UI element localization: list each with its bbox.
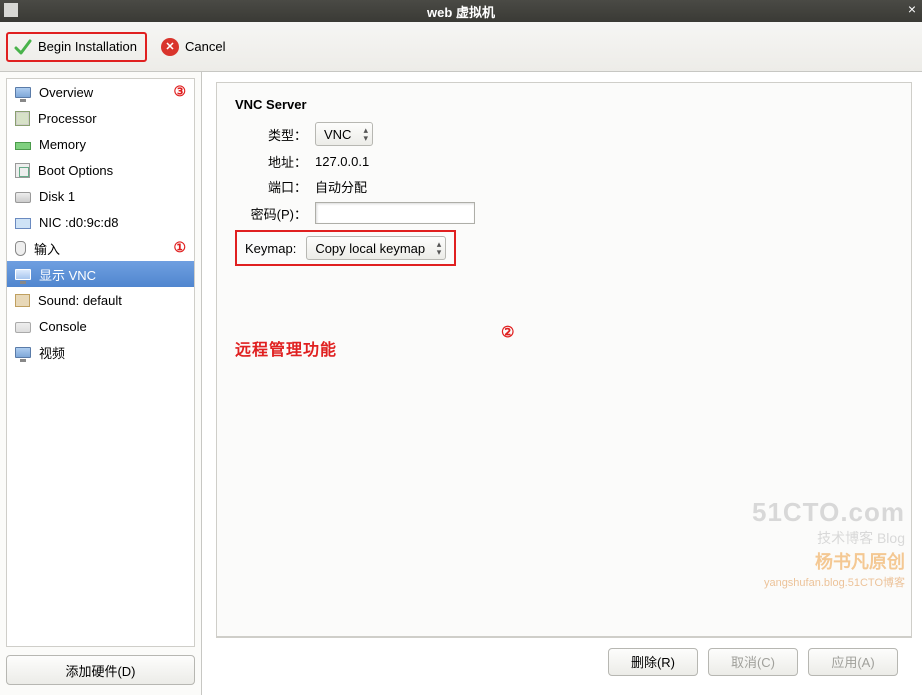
- password-label: 密码(P)：: [235, 204, 307, 223]
- keymap-select[interactable]: Copy local keymap ▴▾: [306, 236, 446, 260]
- keymap-group: Keymap: Copy local keymap ▴▾: [235, 230, 456, 266]
- row-keymap: Keymap: Copy local keymap ▴▾: [235, 230, 893, 266]
- cancel-button[interactable]: ✕ Cancel: [155, 34, 233, 60]
- sidebar-item-label: 视频: [39, 343, 65, 362]
- sidebar-item-label: Memory: [39, 137, 86, 152]
- nic-icon: [15, 218, 31, 229]
- sidebar-item-label: Processor: [38, 111, 97, 126]
- add-hardware-button[interactable]: 添加硬件(D): [6, 655, 195, 685]
- watermark: 51CTO.com 技术博客 Blog 杨书凡原创 yangshufan.blo…: [752, 497, 905, 590]
- begin-installation-button[interactable]: Begin Installation: [6, 32, 147, 62]
- system-menu-icon[interactable]: [4, 3, 18, 17]
- monitor-icon: [15, 347, 31, 358]
- add-hardware-label: 添加硬件(D): [65, 664, 135, 679]
- keymap-label: Keymap:: [245, 241, 296, 256]
- sidebar-item-display-vnc[interactable]: 显示 VNC: [7, 261, 194, 287]
- type-select[interactable]: VNC ▴▾: [315, 122, 373, 146]
- begin-installation-label: Begin Installation: [38, 39, 137, 54]
- sidebar-list: Overview ③ Processor Memory Boot Options…: [6, 78, 195, 647]
- sidebar-item-video[interactable]: 视频: [7, 339, 194, 365]
- section-title: VNC Server: [235, 97, 893, 112]
- cancel-label: Cancel: [185, 39, 225, 54]
- sidebar-item-label: 显示 VNC: [39, 265, 96, 284]
- toolbar: Begin Installation ✕ Cancel: [0, 22, 922, 72]
- titlebar: web 虚拟机 ×: [0, 0, 922, 22]
- remove-label: 删除(R): [631, 655, 675, 670]
- footer: 删除(R) 取消(C) 应用(A): [216, 637, 912, 685]
- password-input[interactable]: [315, 202, 475, 224]
- row-password: 密码(P)：: [235, 202, 893, 224]
- sidebar-item-nic[interactable]: NIC :d0:9c:d8: [7, 209, 194, 235]
- annotation-note: 远程管理功能: [235, 336, 893, 360]
- sidebar-item-label: Boot Options: [38, 163, 113, 178]
- port-value: 自动分配: [315, 177, 367, 196]
- mouse-icon: [15, 241, 26, 256]
- sidebar-item-label: Console: [39, 319, 87, 334]
- apply-label: 应用(A): [831, 655, 874, 670]
- sidebar-item-label: NIC :d0:9c:d8: [39, 215, 119, 230]
- chip-icon: [15, 111, 30, 126]
- sidebar-item-input[interactable]: 输入 ①: [7, 235, 194, 261]
- chevron-updown-icon: ▴▾: [437, 240, 442, 256]
- sound-icon: [15, 294, 30, 307]
- monitor-icon: [15, 269, 31, 280]
- row-type: 类型： VNC ▴▾: [235, 122, 893, 146]
- cancel-detail-button: 取消(C): [708, 648, 798, 676]
- annotation-1: ①: [173, 240, 186, 257]
- chevron-updown-icon: ▴▾: [363, 126, 368, 142]
- sidebar-item-memory[interactable]: Memory: [7, 131, 194, 157]
- sidebar-item-boot-options[interactable]: Boot Options: [7, 157, 194, 183]
- sidebar-item-console[interactable]: Console: [7, 313, 194, 339]
- monitor-icon: [15, 87, 31, 98]
- sidebar-item-processor[interactable]: Processor: [7, 105, 194, 131]
- memory-icon: [15, 142, 31, 150]
- port-label: 端口：: [235, 177, 307, 196]
- sidebar-item-overview[interactable]: Overview ③: [7, 79, 194, 105]
- type-label: 类型：: [235, 125, 307, 144]
- annotation-3: ③: [173, 84, 186, 101]
- cancel-icon: ✕: [161, 38, 179, 56]
- address-label: 地址：: [235, 152, 307, 171]
- console-icon: [15, 322, 31, 333]
- detail-panel: VNC Server 类型： VNC ▴▾ 地址： 127.0.0.1 端口： …: [216, 82, 912, 637]
- row-address: 地址： 127.0.0.1: [235, 152, 893, 171]
- type-value: VNC: [324, 127, 351, 142]
- checkmark-icon: [14, 38, 32, 56]
- address-value: 127.0.0.1: [315, 154, 369, 169]
- remove-button[interactable]: 删除(R): [608, 648, 698, 676]
- sidebar-item-label: 输入: [34, 239, 60, 258]
- sidebar-item-disk1[interactable]: Disk 1: [7, 183, 194, 209]
- boot-icon: [15, 163, 30, 178]
- row-port: 端口： 自动分配: [235, 177, 893, 196]
- sidebar: Overview ③ Processor Memory Boot Options…: [0, 72, 202, 695]
- apply-button: 应用(A): [808, 648, 898, 676]
- sidebar-item-sound[interactable]: Sound: default: [7, 287, 194, 313]
- sidebar-item-label: Sound: default: [38, 293, 122, 308]
- main: VNC Server 类型： VNC ▴▾ 地址： 127.0.0.1 端口： …: [202, 72, 922, 695]
- disk-icon: [15, 192, 31, 203]
- window-title: web 虚拟机: [427, 2, 495, 21]
- keymap-value: Copy local keymap: [315, 241, 425, 256]
- annotation-2: ②: [501, 323, 514, 342]
- sidebar-item-label: Disk 1: [39, 189, 75, 204]
- close-icon[interactable]: ×: [908, 1, 916, 17]
- cancel-detail-label: 取消(C): [731, 655, 775, 670]
- sidebar-item-label: Overview: [39, 85, 93, 100]
